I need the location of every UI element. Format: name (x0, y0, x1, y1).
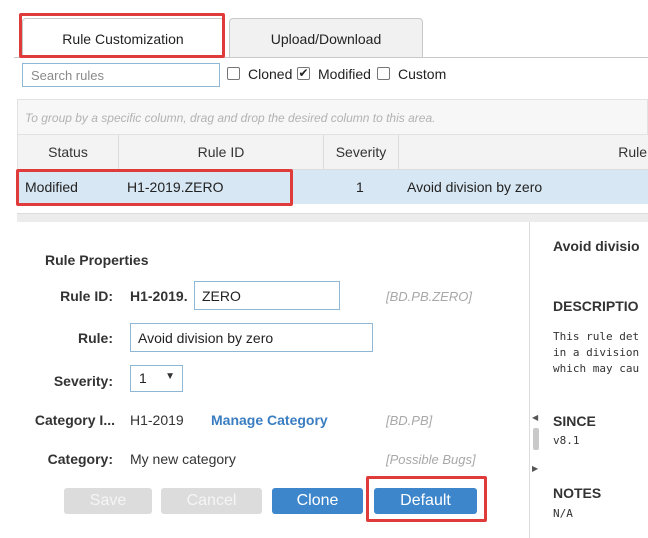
search-input[interactable] (22, 63, 220, 87)
column-header-severity[interactable]: Severity (324, 135, 399, 169)
column-header-status[interactable]: Status (18, 135, 119, 169)
group-hint-text: To group by a specific column, drag and … (25, 111, 436, 125)
rule-label: Rule: (78, 330, 113, 346)
doc-since-heading: SINCE (553, 413, 596, 429)
default-button[interactable]: Default (374, 488, 477, 514)
category-id-code: [BD.PB] (386, 413, 433, 428)
cloned-checkbox[interactable] (227, 67, 240, 80)
category-id-value: H1-2019 (130, 412, 184, 428)
rule-id-code: [BD.PB.ZERO] (386, 289, 472, 304)
doc-title: Avoid divisio (553, 238, 640, 254)
collapse-left-icon[interactable]: ◀ (532, 413, 538, 422)
cell-severity: 1 (356, 179, 364, 195)
doc-notes-heading: NOTES (553, 485, 602, 501)
category-value: My new category (130, 451, 236, 467)
tabbar-divider (14, 57, 648, 58)
doc-description-line-2: in a division (553, 346, 640, 359)
cell-status: Modified (25, 179, 78, 195)
save-button[interactable]: Save (64, 488, 152, 514)
custom-label: Custom (398, 66, 447, 82)
grid-footer (17, 204, 648, 214)
panel-title: Rule Properties (45, 252, 149, 268)
expand-right-icon[interactable]: ▶ (532, 464, 538, 473)
cell-rule: Avoid division by zero (407, 179, 543, 195)
splitter-grip-icon[interactable] (533, 428, 539, 450)
checkmark-icon: ✔ (298, 66, 309, 80)
cancel-button[interactable]: Cancel (161, 488, 262, 514)
table-row[interactable]: Modified H1-2019.ZERO 1 Avoid division b… (17, 170, 648, 204)
rule-id-prefix: H1-2019. (130, 288, 188, 304)
tab-label: Rule Customization (62, 30, 184, 47)
severity-label: Severity: (53, 373, 113, 389)
custom-checkbox[interactable] (377, 67, 390, 80)
doc-notes-value: N/A (553, 507, 573, 520)
modified-checkbox[interactable]: ✔ (297, 67, 310, 80)
modified-label: Modified (318, 66, 371, 82)
tab-rule-customization[interactable]: Rule Customization (22, 18, 224, 58)
category-id-label: Category I... (34, 412, 115, 428)
dropdown-arrow-icon: ▼ (165, 371, 175, 382)
severity-value: 1 (139, 370, 147, 386)
grid-header: Status Rule ID Severity Rule (17, 135, 648, 170)
group-by-area[interactable]: To group by a specific column, drag and … (17, 99, 648, 135)
rule-id-input[interactable] (194, 281, 340, 310)
doc-description-heading: DESCRIPTIO (553, 298, 639, 314)
column-header-rule-id[interactable]: Rule ID (119, 135, 324, 169)
category-label: Category: (47, 451, 113, 467)
category-code: [Possible Bugs] (386, 452, 476, 467)
manage-category-link[interactable]: Manage Category (211, 412, 328, 428)
tab-upload-download[interactable]: Upload/Download (229, 18, 423, 58)
cell-rule-id: H1-2019.ZERO (127, 179, 224, 195)
clone-button[interactable]: Clone (272, 488, 363, 514)
horizontal-splitter[interactable] (17, 214, 648, 222)
rule-input[interactable] (130, 323, 373, 352)
doc-since-value: v8.1 (553, 434, 580, 447)
rule-id-label: Rule ID: (60, 288, 113, 304)
doc-description-line-3: which may cau (553, 362, 640, 375)
doc-description-line-1: This rule det (553, 330, 640, 343)
cloned-label: Cloned (248, 66, 293, 82)
tab-label: Upload/Download (270, 30, 382, 47)
severity-select[interactable]: 1 ▼ (130, 365, 183, 392)
vertical-splitter[interactable] (529, 222, 530, 538)
column-header-rule[interactable]: Rule (399, 135, 648, 169)
